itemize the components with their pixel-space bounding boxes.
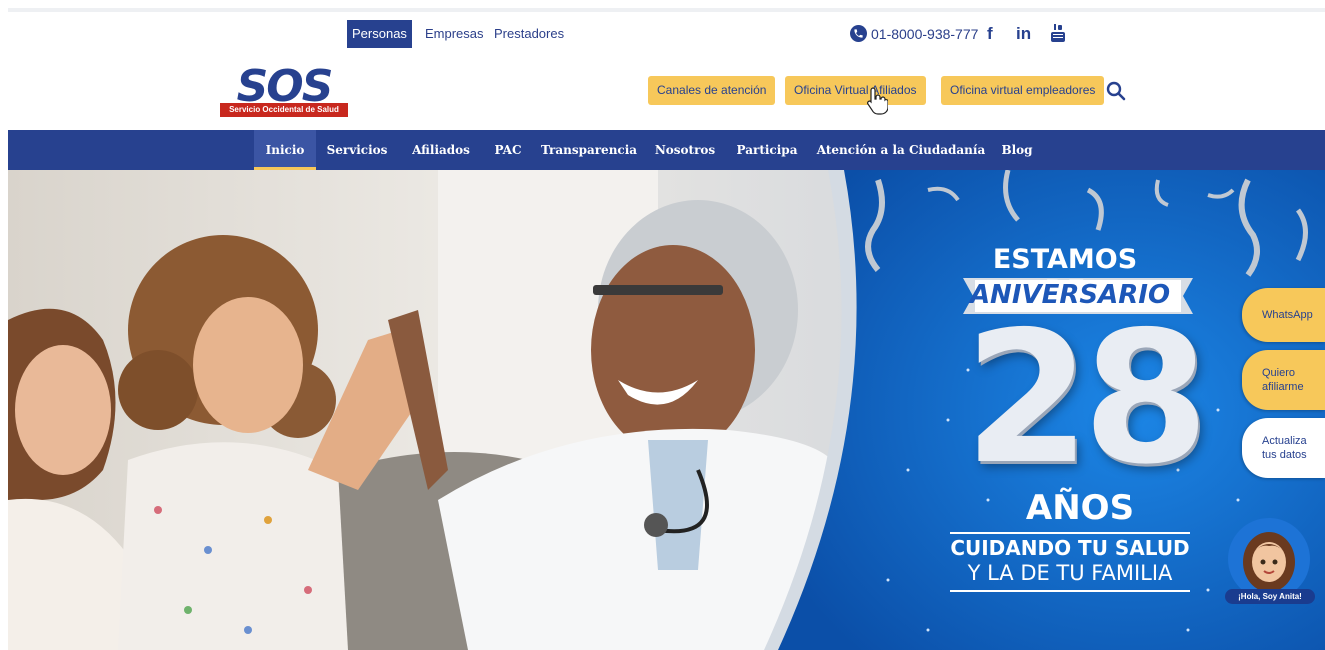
segment-personas[interactable]: Personas (347, 20, 412, 48)
canales-atencion-button[interactable]: Canales de atención (648, 76, 776, 105)
nav-nosotros[interactable]: Nosotros (652, 130, 718, 170)
segment-empresas[interactable]: Empresas (420, 20, 489, 48)
banner-anos: AÑOS (1025, 488, 1135, 528)
actualiza-datos-tab[interactable]: Actualiza tus datos (1242, 418, 1325, 478)
phone-icon (850, 25, 867, 42)
hero-carousel[interactable]: ESTAMOS DE ANIVERSARIO 28 AÑOS CUIDANDO … (8, 170, 1325, 650)
quiero-afiliarme-tab[interactable]: Quiero afiliarme (1242, 350, 1325, 410)
actualiza-datos-label: Actualiza tus datos (1262, 435, 1307, 461)
oficina-virtual-afiliados-button[interactable]: Oficina Virtual Afiliados (785, 76, 926, 105)
banner-number: 28 (964, 292, 1209, 504)
top-bar: Personas Empresas Prestadores 01-8000-93… (0, 20, 1325, 48)
segment-prestadores[interactable]: Prestadores (489, 20, 569, 48)
nav-transparencia[interactable]: Transparencia (540, 130, 638, 170)
banner-familia: Y LA DE TU FAMILIA (967, 561, 1173, 585)
nav-participa[interactable]: Participa (734, 130, 800, 170)
main-nav: Inicio Servicios Afiliados PAC Transpare… (8, 130, 1325, 170)
banner-divider-top (950, 532, 1190, 534)
phone-contact[interactable]: 01-8000-938-777 (850, 20, 978, 48)
nav-pac[interactable]: PAC (487, 130, 529, 170)
linkedin-icon[interactable]: in (1016, 20, 1031, 48)
logo-tagline: Servicio Occidental de Salud (220, 103, 348, 117)
phone-number: 01-8000-938-777 (871, 26, 979, 42)
nav-afiliados[interactable]: Afiliados (401, 130, 481, 170)
nav-blog[interactable]: Blog (998, 130, 1036, 170)
chatbot-avatar[interactable] (1228, 518, 1310, 600)
quiero-afiliarme-label: Quiero afiliarme (1262, 367, 1304, 393)
top-divider (8, 8, 1325, 12)
search-icon[interactable] (1105, 80, 1127, 102)
oficina-virtual-empleadores-button[interactable]: Oficina virtual empleadores (941, 76, 1105, 105)
sos-logo[interactable]: SOS Servicio Occidental de Salud (220, 61, 348, 117)
banner-divider-bottom (950, 590, 1190, 592)
nav-servicios[interactable]: Servicios (316, 130, 398, 170)
whatsapp-tab[interactable]: WhatsApp (1242, 288, 1325, 342)
facebook-icon[interactable]: f (987, 20, 993, 48)
youtube-icon[interactable] (1051, 23, 1065, 51)
hand-cursor-icon (866, 86, 889, 121)
banner-cuidando: CUIDANDO TU SALUD (950, 536, 1190, 560)
nav-atencion-ciudadania[interactable]: Atención a la Ciudadanía (816, 130, 986, 170)
nav-inicio[interactable]: Inicio (254, 130, 316, 170)
chatbot-label[interactable]: ¡Hola, Soy Anita! (1225, 589, 1315, 604)
whatsapp-label: WhatsApp (1262, 309, 1313, 321)
